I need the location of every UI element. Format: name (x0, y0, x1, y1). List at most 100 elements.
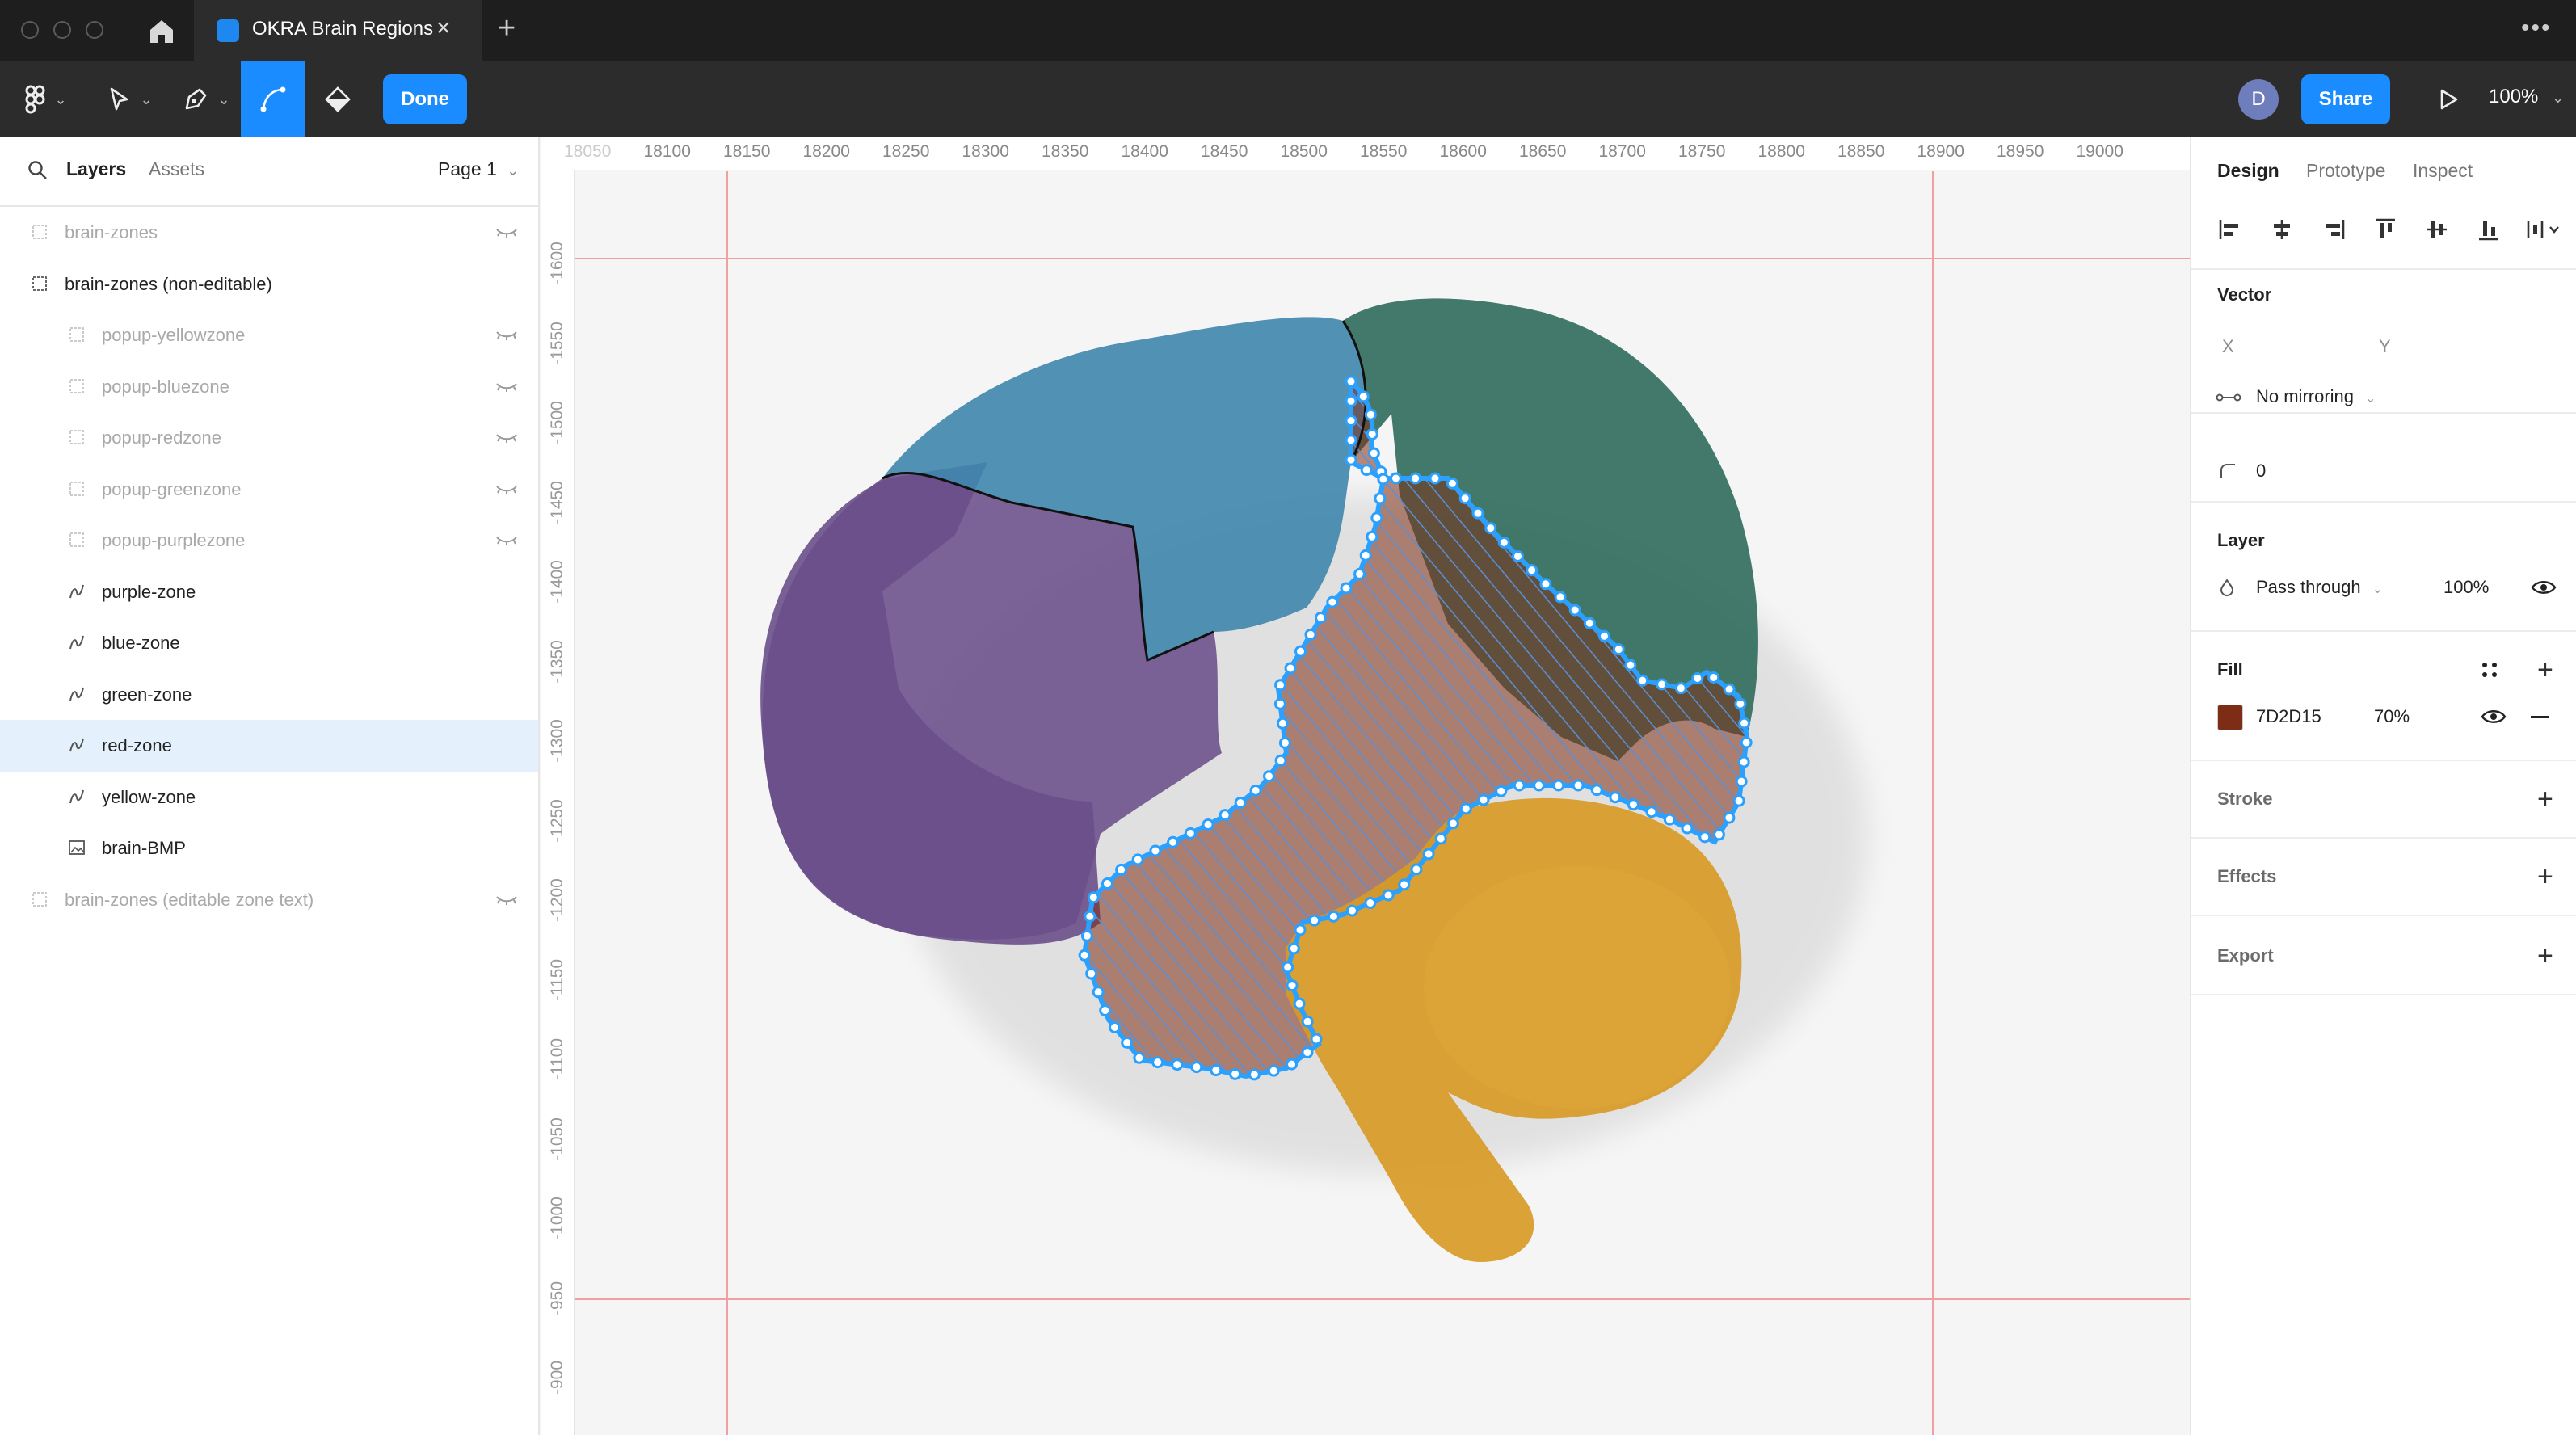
layer-row[interactable]: green-zone (0, 669, 538, 721)
present-button[interactable] (2424, 76, 2473, 123)
align-left-icon[interactable] (2216, 215, 2245, 244)
layer-opacity-field[interactable]: 100% (2443, 577, 2489, 598)
home-icon[interactable] (145, 16, 178, 45)
vector-vertex[interactable] (1274, 754, 1287, 767)
vector-vertex[interactable] (1434, 832, 1447, 845)
window-minimize-control[interactable] (53, 21, 71, 39)
vector-vertex[interactable] (1360, 464, 1373, 477)
vector-vertex[interactable] (1294, 924, 1307, 936)
tab-layers[interactable]: Layers (66, 158, 126, 180)
vector-vertex[interactable] (1624, 659, 1637, 671)
vector-vertex[interactable] (1511, 549, 1524, 562)
vector-vertex[interactable] (1364, 408, 1377, 421)
vector-vertex[interactable] (1184, 827, 1197, 840)
layer-row[interactable]: popup-purplezone (0, 515, 538, 566)
vector-vertex[interactable] (1590, 784, 1603, 797)
vector-vertex[interactable] (1732, 794, 1745, 807)
vector-vertex[interactable] (1357, 390, 1370, 403)
layer-row[interactable]: yellow-zone (0, 772, 538, 823)
search-icon[interactable] (27, 160, 48, 181)
vector-vertex[interactable] (1301, 1015, 1314, 1028)
vector-vertex[interactable] (1294, 645, 1307, 658)
vector-vertex[interactable] (1278, 736, 1291, 749)
vector-vertex[interactable] (1115, 863, 1128, 876)
layer-row[interactable]: popup-yellowzone (0, 309, 538, 361)
vector-vertex[interactable] (1583, 617, 1596, 629)
vector-vertex[interactable] (1707, 671, 1720, 684)
paint-bucket-button[interactable] (309, 61, 367, 137)
vector-vertex[interactable] (1568, 604, 1581, 617)
y-field-label[interactable]: Y (2379, 336, 2391, 357)
layer-row[interactable]: brain-zones (editable zone text) (0, 874, 538, 926)
align-horizontal-center-icon[interactable] (2267, 215, 2296, 244)
vector-vertex[interactable] (1340, 582, 1353, 595)
vector-vertex[interactable] (1234, 797, 1247, 810)
vector-vertex[interactable] (1656, 678, 1669, 691)
vector-vertex[interactable] (1645, 806, 1658, 818)
vector-vertex[interactable] (1627, 798, 1639, 811)
vector-vertex[interactable] (1210, 1064, 1223, 1077)
stroke-section-title[interactable]: Stroke (2217, 789, 2272, 810)
vector-vertex[interactable] (1326, 595, 1339, 608)
vector-vertex[interactable] (1370, 511, 1383, 524)
vector-vertex[interactable] (1526, 564, 1538, 577)
layer-row[interactable]: brain-zones (non-editable) (0, 259, 538, 310)
vector-vertex[interactable] (1202, 818, 1214, 831)
layer-row[interactable]: popup-greenzone (0, 464, 538, 516)
vector-vertex[interactable] (1446, 817, 1459, 830)
vector-vertex[interactable] (1219, 809, 1231, 822)
vector-vertex[interactable] (1282, 961, 1294, 974)
close-tab-icon[interactable]: × (436, 15, 451, 42)
pen-tool-button[interactable]: ⌄ (176, 61, 236, 137)
vector-vertex[interactable] (1080, 929, 1093, 942)
mirroring-dropdown[interactable]: No mirroring ⌄ (2256, 386, 2376, 407)
vector-vertex[interactable] (1409, 472, 1422, 485)
vector-vertex[interactable] (1276, 717, 1289, 730)
vector-vertex[interactable] (1293, 997, 1306, 1010)
tab-assets[interactable]: Assets (149, 158, 204, 180)
done-button[interactable]: Done (383, 74, 467, 124)
vector-vertex[interactable] (1484, 522, 1497, 535)
layer-row[interactable]: popup-redzone (0, 412, 538, 464)
avatar[interactable]: D (2238, 79, 2279, 120)
vector-vertex[interactable] (1698, 831, 1711, 844)
layer-row[interactable]: blue-zone (0, 617, 538, 669)
vector-vertex[interactable] (1495, 785, 1508, 797)
corner-radius-field[interactable]: 0 (2256, 461, 2266, 482)
vector-vertex[interactable] (1267, 1064, 1280, 1077)
vector-vertex[interactable] (1552, 779, 1565, 792)
hidden-eye-icon[interactable] (495, 889, 519, 908)
vector-vertex[interactable] (1712, 828, 1725, 841)
vector-vertex[interactable] (1345, 375, 1357, 388)
vector-vertex[interactable] (1572, 779, 1585, 792)
vector-vertex[interactable] (1374, 492, 1387, 505)
vector-vertex[interactable] (1274, 679, 1287, 692)
vector-vertex[interactable] (1738, 717, 1751, 730)
vector-vertex[interactable] (1377, 473, 1390, 486)
vector-vertex[interactable] (1681, 822, 1694, 835)
vector-vertex[interactable] (1471, 507, 1484, 520)
vector-vertex[interactable] (1513, 779, 1526, 792)
zoom-dropdown[interactable]: 100% ⌄ (2489, 86, 2564, 108)
add-export-icon[interactable]: + (2537, 942, 2553, 970)
layer-row[interactable]: brain-BMP (0, 823, 538, 874)
hidden-eye-icon[interactable] (495, 376, 519, 395)
effects-section-title[interactable]: Effects (2217, 866, 2276, 887)
align-bottom-icon[interactable] (2474, 215, 2503, 244)
hidden-eye-icon[interactable] (495, 478, 519, 498)
vector-vertex[interactable] (1735, 775, 1748, 788)
vector-vertex[interactable] (1109, 1020, 1122, 1033)
vector-vertex[interactable] (1273, 697, 1286, 710)
vector-vertex[interactable] (1133, 1051, 1146, 1064)
vector-vertex[interactable] (1734, 697, 1747, 710)
vector-vertex[interactable] (1723, 811, 1736, 824)
vector-vertex[interactable] (1636, 674, 1649, 687)
vector-vertex[interactable] (1092, 986, 1105, 999)
style-grid-icon[interactable] (2479, 659, 2500, 680)
vector-vertex[interactable] (1087, 891, 1100, 904)
vector-vertex[interactable] (1121, 1036, 1134, 1049)
align-vertical-center-icon[interactable] (2422, 215, 2452, 244)
fill-opacity-field[interactable]: 70% (2374, 706, 2410, 727)
vector-vertex[interactable] (1737, 755, 1750, 768)
vector-vertex[interactable] (1459, 802, 1472, 815)
